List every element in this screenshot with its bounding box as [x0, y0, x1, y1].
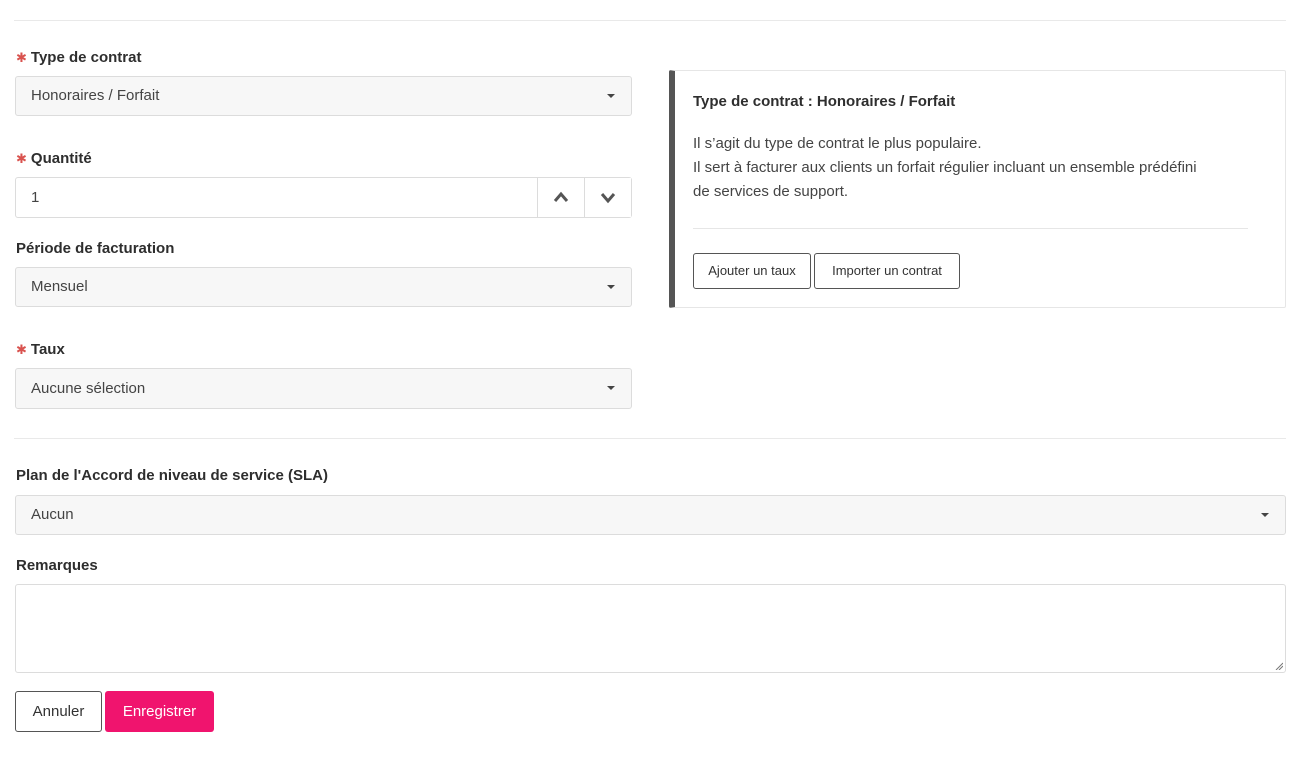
- contract-type-value: Honoraires / Forfait: [31, 87, 160, 104]
- required-mark: ✱: [16, 151, 27, 166]
- quantity-input[interactable]: 1: [31, 178, 531, 217]
- rate-label: ✱ Taux: [16, 341, 65, 358]
- rate-select[interactable]: Aucune sélection: [15, 368, 632, 409]
- info-line-3: de services de support.: [693, 183, 849, 200]
- cancel-button[interactable]: Annuler: [15, 691, 102, 732]
- resize-grip-icon[interactable]: [1275, 662, 1283, 670]
- notes-textarea[interactable]: [15, 584, 1286, 673]
- increment-button[interactable]: [537, 178, 584, 217]
- caret-down-icon: [607, 285, 615, 289]
- info-line-2: Il sert à facturer aux clients un forfai…: [693, 159, 1197, 176]
- decrement-button[interactable]: [584, 178, 631, 217]
- import-contract-button[interactable]: Importer un contrat: [814, 253, 960, 289]
- info-title: Type de contrat : Honoraires / Forfait: [693, 93, 956, 110]
- required-mark: ✱: [16, 342, 27, 357]
- chevron-down-icon: [600, 193, 616, 204]
- info-divider: [693, 228, 1248, 229]
- billing-period-value: Mensuel: [31, 278, 88, 295]
- billing-period-label: Période de facturation: [16, 240, 175, 257]
- quantity-stepper: 1: [15, 177, 632, 218]
- caret-down-icon: [607, 94, 615, 98]
- contract-info-panel: Type de contrat : Honoraires / Forfait I…: [669, 70, 1286, 308]
- info-line-1: Il s’agit du type de contrat le plus pop…: [693, 135, 982, 152]
- required-mark: ✱: [16, 50, 27, 65]
- save-button[interactable]: Enregistrer: [105, 691, 214, 732]
- chevron-up-icon: [553, 191, 569, 202]
- sla-select[interactable]: Aucun: [15, 495, 1286, 535]
- notes-label: Remarques: [16, 557, 98, 574]
- contract-type-select[interactable]: Honoraires / Forfait: [15, 76, 632, 116]
- contract-type-label: ✱ Type de contrat: [16, 49, 142, 66]
- sla-value: Aucun: [31, 506, 74, 523]
- sla-label: Plan de l'Accord de niveau de service (S…: [16, 467, 329, 484]
- top-divider: [14, 20, 1286, 21]
- caret-down-icon: [1261, 513, 1269, 517]
- middle-divider: [14, 438, 1286, 439]
- billing-period-select[interactable]: Mensuel: [15, 267, 632, 307]
- add-rate-button[interactable]: Ajouter un taux: [693, 253, 811, 289]
- rate-value: Aucune sélection: [31, 380, 146, 397]
- caret-down-icon: [607, 386, 615, 390]
- quantity-label: ✱ Quantité: [16, 150, 92, 167]
